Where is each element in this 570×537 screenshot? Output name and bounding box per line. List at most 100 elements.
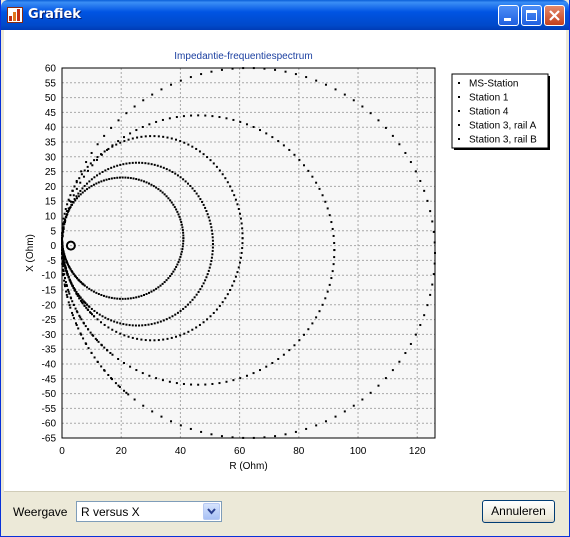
- x-tick-label: 80: [293, 446, 305, 457]
- data-point: [90, 351, 93, 354]
- data-point: [123, 136, 126, 139]
- data-point: [318, 310, 321, 313]
- data-point: [231, 189, 234, 192]
- data-point: [125, 323, 128, 326]
- data-point: [75, 181, 78, 184]
- data-point: [71, 284, 74, 287]
- data-point: [79, 193, 82, 196]
- data-point: [169, 199, 172, 202]
- data-point: [118, 176, 121, 179]
- data-point: [80, 318, 83, 321]
- data-point: [79, 332, 82, 335]
- data-point: [240, 222, 243, 225]
- data-point: [150, 323, 153, 326]
- data-point: [162, 319, 165, 322]
- data-point: [419, 324, 422, 327]
- data-point: [138, 324, 141, 327]
- data-point: [157, 286, 160, 289]
- data-point: [65, 271, 68, 274]
- data-point: [352, 404, 355, 407]
- data-point: [161, 282, 164, 285]
- data-point: [191, 145, 194, 148]
- data-point: [182, 307, 185, 310]
- data-point: [82, 337, 85, 340]
- data-point: [92, 334, 95, 337]
- data-point: [343, 93, 346, 96]
- data-point: [303, 333, 306, 336]
- data-point: [241, 242, 244, 245]
- data-point: [64, 281, 67, 284]
- data-point: [208, 266, 211, 269]
- data-point: [137, 295, 140, 298]
- data-point: [333, 249, 336, 252]
- data-point: [84, 325, 87, 328]
- data-point: [189, 301, 192, 304]
- data-point: [128, 324, 131, 327]
- data-point: [150, 183, 153, 186]
- data-point: [141, 372, 144, 375]
- y-tick-label: 5: [50, 226, 56, 237]
- data-point: [240, 251, 243, 254]
- data-point: [229, 288, 232, 291]
- data-point: [433, 262, 436, 265]
- cancel-button[interactable]: Annuleren: [482, 500, 555, 523]
- data-point: [220, 435, 223, 438]
- data-point: [149, 135, 152, 138]
- data-point: [101, 315, 104, 318]
- data-point: [242, 67, 245, 70]
- data-point: [64, 219, 67, 222]
- data-point: [83, 304, 86, 307]
- data-point: [198, 323, 201, 326]
- view-select[interactable]: R versus X: [76, 501, 222, 522]
- data-point: [110, 319, 113, 322]
- data-point: [107, 373, 110, 376]
- data-point: [165, 318, 168, 321]
- data-point: [119, 332, 122, 335]
- data-point: [404, 352, 407, 355]
- y-tick-label: 40: [45, 123, 57, 134]
- y-tick-label: -15: [42, 286, 57, 297]
- data-point: [180, 221, 183, 224]
- data-point: [157, 188, 160, 191]
- data-point: [282, 144, 285, 147]
- data-point: [63, 277, 66, 280]
- data-point: [65, 216, 68, 219]
- data-point: [110, 177, 113, 180]
- data-point: [111, 145, 114, 148]
- data-point: [215, 308, 218, 311]
- data-point: [67, 290, 70, 293]
- data-point: [134, 161, 137, 164]
- data-point: [423, 189, 426, 192]
- data-point: [284, 433, 287, 436]
- x-tick-label: 0: [59, 446, 65, 457]
- data-point: [241, 247, 244, 250]
- data-point: [167, 277, 170, 280]
- data-point: [69, 194, 72, 197]
- data-point: [224, 297, 227, 300]
- data-point: [432, 273, 435, 276]
- dropdown-arrow-button[interactable]: [203, 503, 220, 520]
- data-point: [271, 361, 274, 364]
- data-point: [258, 369, 261, 372]
- data-point: [211, 239, 214, 242]
- data-point: [144, 162, 147, 165]
- data-point: [88, 287, 91, 290]
- data-point: [333, 241, 336, 244]
- data-point: [166, 136, 169, 139]
- data-point: [110, 296, 113, 299]
- data-point: [86, 165, 89, 168]
- data-point: [96, 156, 99, 159]
- data-point: [205, 276, 208, 279]
- data-point: [61, 245, 64, 248]
- data-point: [75, 322, 78, 325]
- data-point: [361, 105, 364, 108]
- data-point: [110, 126, 113, 129]
- data-point: [398, 143, 401, 146]
- data-point: [70, 203, 73, 206]
- data-point: [62, 257, 65, 260]
- data-point: [195, 147, 198, 150]
- data-point: [181, 226, 184, 229]
- data-point: [179, 218, 182, 221]
- y-tick-label: -65: [42, 434, 57, 445]
- data-point: [93, 356, 96, 359]
